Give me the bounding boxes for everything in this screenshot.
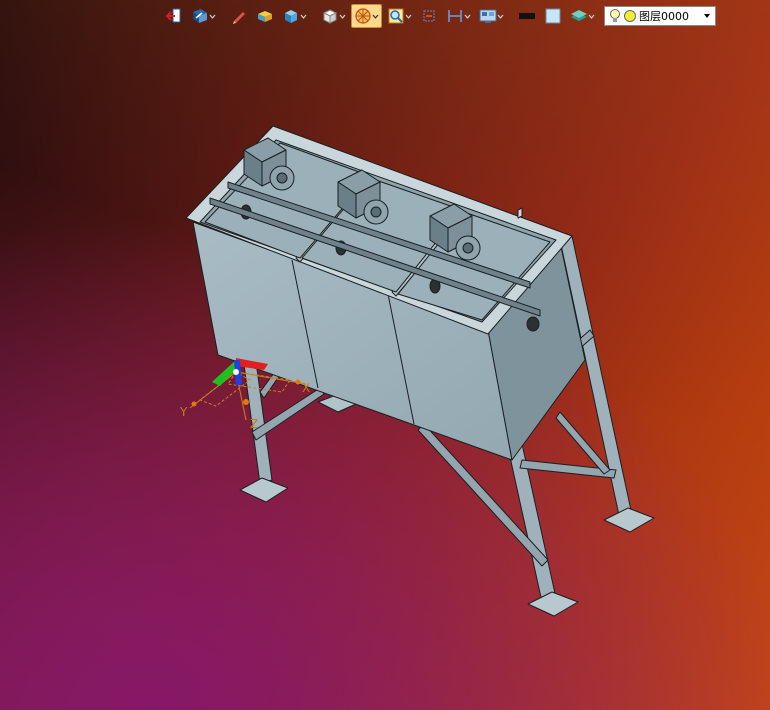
chevron-down-icon: [300, 14, 307, 19]
exit-sketch-icon: [165, 8, 181, 23]
black-rectangle-icon: [519, 13, 535, 19]
line-color-button[interactable]: [515, 4, 539, 28]
lightbulb-icon[interactable]: [609, 8, 621, 24]
render-wheel-icon: [355, 8, 371, 24]
axis-triad[interactable]: X Y Z: [0, 0, 770, 710]
shaded-block-icon: [258, 11, 272, 22]
display-settings-button[interactable]: [476, 4, 507, 28]
light-blue-square-icon: [545, 8, 561, 24]
rotate-button[interactable]: [417, 4, 441, 28]
dimension-icon: [448, 10, 462, 22]
dimension-button[interactable]: [443, 4, 474, 28]
fill-color-button[interactable]: [541, 4, 565, 28]
chevron-down-icon: [588, 14, 595, 19]
exit-sketch-button[interactable]: [162, 4, 186, 28]
white-cube-icon: [322, 9, 338, 24]
x-axis-arrow[interactable]: [236, 358, 268, 370]
layer-name: 图层0000: [639, 10, 689, 23]
view-toolbar: 图层0000: [162, 4, 716, 28]
pencil-button[interactable]: [227, 4, 251, 28]
shaded-block-button[interactable]: [253, 4, 277, 28]
chevron-down-icon: [339, 14, 346, 19]
layer-color-icon[interactable]: [623, 9, 637, 23]
render-wheel-button[interactable]: [351, 4, 382, 28]
y-axis-label: Y: [179, 405, 188, 419]
y-axis-line: [189, 371, 237, 409]
rotate-icon: [423, 10, 435, 22]
chevron-down-icon: [209, 14, 216, 19]
chevron-down-icon: [405, 14, 412, 19]
layer-dropdown[interactable]: 图层0000: [604, 6, 716, 26]
view-orientation-button[interactable]: [188, 4, 219, 28]
triad-origin[interactable]: [233, 369, 239, 375]
cube-display-icon: [285, 10, 297, 23]
chevron-down-icon: [497, 14, 504, 19]
cube-display-button[interactable]: [279, 4, 310, 28]
z-axis-label: Z: [250, 417, 258, 431]
chevron-down-icon: [464, 14, 471, 19]
layers-icon: [571, 10, 587, 21]
chevron-down-icon: [372, 14, 379, 19]
display-settings-icon: [479, 9, 497, 23]
zoom-fit-button[interactable]: [384, 4, 415, 28]
pencil-icon: [233, 12, 245, 24]
view-orientation-icon: [193, 9, 207, 23]
zoom-fit-icon: [388, 8, 404, 24]
x-axis-label: X: [302, 381, 310, 395]
layers-button[interactable]: [567, 4, 598, 28]
chevron-down-icon[interactable]: [703, 11, 711, 21]
white-cube-button[interactable]: [318, 4, 349, 28]
